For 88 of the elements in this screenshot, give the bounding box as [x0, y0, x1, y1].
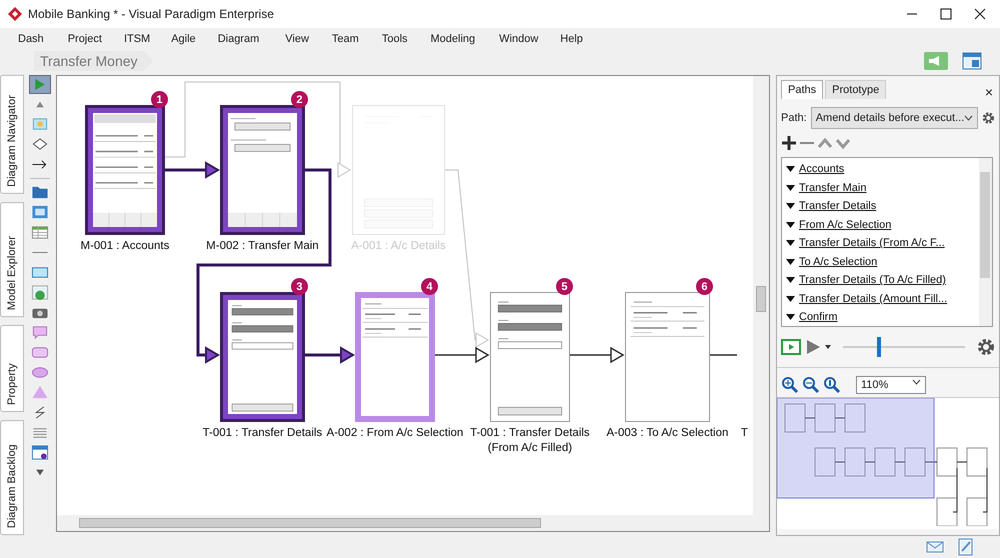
zoom-out-icon[interactable] — [802, 376, 820, 394]
expand-triangle-icon[interactable] — [786, 203, 795, 210]
menu-item[interactable]: Project — [68, 33, 102, 45]
image-tool-icon[interactable] — [30, 284, 50, 301]
panel-tab[interactable]: Paths — [781, 80, 824, 99]
screens-tool-icon[interactable] — [30, 204, 50, 221]
zoom-in-icon[interactable] — [781, 376, 799, 394]
screen-label: T-001 : Transfer Details — [470, 426, 590, 441]
screen-thumbnail[interactable] — [354, 292, 435, 422]
expand-triangle-icon[interactable] — [786, 296, 795, 302]
screen-thumbnail[interactable] — [220, 292, 305, 422]
menu-item[interactable]: Team — [332, 33, 359, 45]
expand-triangle-icon[interactable] — [786, 277, 795, 284]
move-up-icon[interactable] — [817, 135, 833, 151]
step-badge: 6 — [696, 278, 713, 295]
expand-triangle-icon[interactable] — [786, 222, 795, 228]
expand-triangle-icon[interactable] — [786, 258, 795, 265]
screen-thumbnail[interactable] — [84, 105, 165, 235]
screen-label: M-002 : Transfer Main — [206, 239, 319, 254]
path-step-link[interactable]: Transfer Details (Amount Fill... — [799, 292, 948, 305]
path-step-link[interactable]: Accounts — [799, 163, 844, 176]
path-step-link[interactable]: Transfer Details (To A/c Filled) — [799, 274, 946, 286]
path-step-link[interactable]: Confirm — [799, 311, 838, 324]
side-tab[interactable]: Diagram Backlog — [0, 420, 24, 535]
app-logo-icon — [8, 7, 22, 21]
close-icon[interactable]: × — [984, 85, 995, 99]
path-label: Path: — [781, 112, 807, 124]
expand-triangle-icon[interactable] — [786, 184, 795, 191]
side-tab[interactable]: Model Explorer — [0, 202, 24, 317]
folder-tool-icon[interactable] — [30, 184, 50, 201]
maximize-icon[interactable] — [940, 8, 952, 20]
expand-triangle-icon[interactable] — [786, 240, 795, 246]
breadcrumb[interactable]: Transfer Money — [34, 51, 154, 71]
zoom-dropdown[interactable]: 110% — [856, 376, 926, 394]
play-icon[interactable] — [805, 339, 821, 355]
film-icon[interactable] — [781, 339, 801, 355]
expand-triangle-icon[interactable] — [786, 166, 795, 172]
step-badge: 5 — [556, 278, 573, 295]
close-icon[interactable] — [974, 8, 986, 20]
caret-icon[interactable] — [825, 345, 831, 349]
path-dropdown[interactable]: Amend details before execut... — [810, 107, 978, 129]
menu-item[interactable]: Agile — [171, 33, 196, 45]
screen-label: (From A/c Filled) — [488, 442, 572, 454]
screen-thumbnail[interactable] — [220, 105, 305, 235]
screen-label: T — [740, 426, 748, 441]
panel-tab[interactable]: Prototype — [825, 80, 886, 99]
menu-item[interactable]: ITSM — [124, 33, 150, 45]
panel-layout-icon[interactable] — [962, 52, 982, 70]
window-tool-icon[interactable] — [30, 444, 50, 461]
table-tool-icon[interactable] — [30, 224, 50, 241]
list-scrollbar[interactable] — [979, 158, 992, 326]
menu-item[interactable]: View — [285, 33, 309, 45]
path-step-link[interactable]: Transfer Details (From A/c F... — [799, 237, 945, 250]
caret-icon — [964, 115, 974, 121]
path-step-link[interactable]: To A/c Selection — [799, 256, 878, 268]
screen-thumbnail[interactable] — [490, 292, 570, 422]
step-badge: 4 — [420, 278, 438, 295]
vertical-scrollbar[interactable] — [753, 76, 769, 515]
zoom-actual-icon[interactable] — [823, 376, 841, 394]
screen-thumbnail[interactable] — [624, 292, 710, 422]
connector-arrow — [570, 346, 624, 364]
path-step-link[interactable]: Transfer Main — [799, 182, 866, 194]
path-step-link[interactable]: Transfer Details — [799, 200, 876, 212]
step-badge: 3 — [290, 278, 308, 295]
horizontal-scrollbar[interactable] — [56, 515, 769, 531]
screen-label: T-001 : Transfer Details — [202, 426, 322, 441]
menu-item[interactable]: Help — [560, 33, 583, 45]
mail-icon[interactable] — [926, 540, 944, 552]
screen-label: M-001 : Accounts — [80, 239, 170, 254]
window-title: Mobile Banking * - Visual Paradigm Enterprise — [28, 7, 275, 21]
add-icon[interactable] — [781, 135, 797, 151]
settings-icon[interactable] — [977, 338, 995, 356]
path-step-link[interactable]: From A/c Selection — [799, 218, 892, 231]
slider-thumb[interactable] — [877, 337, 882, 357]
step-badge: 1 — [150, 91, 168, 108]
step-badge: 2 — [290, 91, 308, 108]
screen-label: A-002 : From A/c Selection — [326, 426, 464, 441]
menu-item[interactable]: Window — [499, 33, 538, 45]
menu-item[interactable]: Modeling — [430, 33, 476, 45]
caret-icon — [912, 379, 921, 385]
side-tab[interactable]: Diagram Navigator — [0, 75, 24, 194]
menu-item[interactable]: Dash — [18, 33, 44, 45]
expand-triangle-icon[interactable] — [786, 314, 795, 320]
note-icon[interactable] — [958, 538, 974, 556]
screen-label: A-003 : To A/c Selection — [606, 426, 728, 441]
menu-item[interactable]: Tools — [382, 33, 408, 45]
side-tab[interactable]: Property — [0, 324, 24, 412]
menu-item[interactable]: Diagram — [218, 33, 260, 45]
